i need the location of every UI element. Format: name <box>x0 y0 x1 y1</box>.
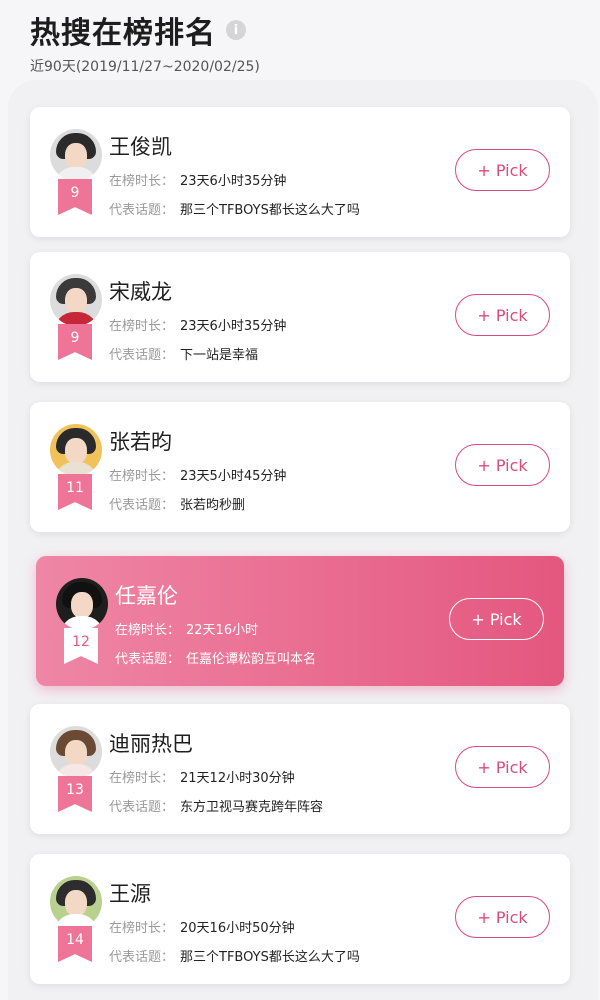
duration-label: 在榜时长： <box>109 174 175 189</box>
avatar <box>56 578 108 630</box>
topic-value: 下一站是幸福 <box>180 348 259 363</box>
rank-badge: 14 <box>58 926 92 962</box>
pick-button[interactable]: + Pick <box>449 598 544 640</box>
avatar <box>50 876 102 928</box>
duration-label: 在榜时长： <box>109 319 175 334</box>
avatar <box>50 726 102 778</box>
page-title: 热搜在榜排名 <box>30 16 216 51</box>
avatar <box>50 424 102 476</box>
duration-label: 在榜时长： <box>109 921 175 936</box>
pick-button[interactable]: + Pick <box>455 746 550 788</box>
rank-badge: 9 <box>58 179 92 215</box>
ranking-card[interactable]: 14 王源 在榜时长： 20天16小时50分钟 代表话题： 那三个TFBOYS都长这… <box>30 854 570 984</box>
topic-value: 张若昀秒删 <box>180 498 246 513</box>
rank-badge: 13 <box>58 776 92 812</box>
duration-row: 在榜时长： 23天5小时45分钟 <box>109 465 286 484</box>
date-range: 近90天(2019/11/27~2020/02/25) <box>30 59 260 75</box>
title-row: 热搜在榜排名 i <box>30 8 260 52</box>
topic-row: 代表话题： 那三个TFBOYS都长这么大了吗 <box>109 946 360 965</box>
page-header: 热搜在榜排名 i 近90天(2019/11/27~2020/02/25) <box>30 8 260 76</box>
celebrity-name: 宋威龙 <box>109 280 172 304</box>
topic-label: 代表话题： <box>109 203 175 218</box>
pick-button[interactable]: + Pick <box>455 896 550 938</box>
topic-value: 那三个TFBOYS都长这么大了吗 <box>180 950 360 965</box>
ranking-card[interactable]: 13 迪丽热巴 在榜时长： 21天12小时30分钟 代表话题： 东方卫视马赛克跨年阵… <box>30 704 570 834</box>
topic-label: 代表话题： <box>109 950 175 965</box>
topic-label: 代表话题： <box>109 498 175 513</box>
rank-badge: 9 <box>58 324 92 360</box>
ranking-card[interactable]: 9 王俊凯 在榜时长： 23天6小时35分钟 代表话题： 那三个TFBOYS都长这么… <box>30 107 570 237</box>
duration-row: 在榜时长： 21天12小时30分钟 <box>109 767 295 786</box>
celebrity-name: 迪丽热巴 <box>109 732 193 756</box>
avatar <box>50 129 102 181</box>
celebrity-name: 张若昀 <box>109 430 172 454</box>
topic-label: 代表话题： <box>109 800 175 815</box>
duration-value: 23天6小时35分钟 <box>180 319 287 334</box>
ranking-card[interactable]: 11 张若昀 在榜时长： 23天5小时45分钟 代表话题： 张若昀秒删 + Pick <box>30 402 570 532</box>
duration-row: 在榜时长： 23天6小时35分钟 <box>109 170 286 189</box>
info-icon[interactable]: i <box>226 20 246 40</box>
topic-row: 代表话题： 任嘉伦谭松韵互叫本名 <box>115 648 316 667</box>
topic-row: 代表话题： 张若昀秒删 <box>109 494 245 513</box>
topic-row: 代表话题： 那三个TFBOYS都长这么大了吗 <box>109 199 360 218</box>
topic-row: 代表话题： 下一站是幸福 <box>109 344 258 363</box>
pick-button[interactable]: + Pick <box>455 294 550 336</box>
duration-value: 22天16小时 <box>186 623 259 638</box>
duration-label: 在榜时长： <box>109 469 175 484</box>
duration-label: 在榜时长： <box>115 623 181 638</box>
celebrity-name: 王源 <box>109 882 151 906</box>
duration-value: 23天6小时35分钟 <box>180 174 287 189</box>
topic-label: 代表话题： <box>115 652 181 667</box>
duration-row: 在榜时长： 20天16小时50分钟 <box>109 917 295 936</box>
rank-badge: 11 <box>58 474 92 510</box>
avatar <box>50 274 102 326</box>
duration-value: 20天16小时50分钟 <box>180 921 295 936</box>
rank-badge: 12 <box>64 628 98 664</box>
topic-value: 东方卫视马赛克跨年阵容 <box>180 800 324 815</box>
topic-value: 任嘉伦谭松韵互叫本名 <box>186 652 317 667</box>
pick-button[interactable]: + Pick <box>455 149 550 191</box>
duration-row: 在榜时长： 23天6小时35分钟 <box>109 315 286 334</box>
celebrity-name: 王俊凯 <box>109 135 172 159</box>
ranking-card[interactable]: 9 宋威龙 在榜时长： 23天6小时35分钟 代表话题： 下一站是幸福 + Pick <box>30 252 570 382</box>
topic-label: 代表话题： <box>109 348 175 363</box>
duration-row: 在榜时长： 22天16小时 <box>115 619 258 638</box>
celebrity-name: 任嘉伦 <box>115 584 178 608</box>
topic-value: 那三个TFBOYS都长这么大了吗 <box>180 203 360 218</box>
duration-label: 在榜时长： <box>109 771 175 786</box>
topic-row: 代表话题： 东方卫视马赛克跨年阵容 <box>109 796 323 815</box>
ranking-card-highlighted[interactable]: 12 任嘉伦 在榜时长： 22天16小时 代表话题： 任嘉伦谭松韵互叫本名 + Pi… <box>36 556 564 686</box>
duration-value: 21天12小时30分钟 <box>180 771 295 786</box>
pick-button[interactable]: + Pick <box>455 444 550 486</box>
duration-value: 23天5小时45分钟 <box>180 469 287 484</box>
